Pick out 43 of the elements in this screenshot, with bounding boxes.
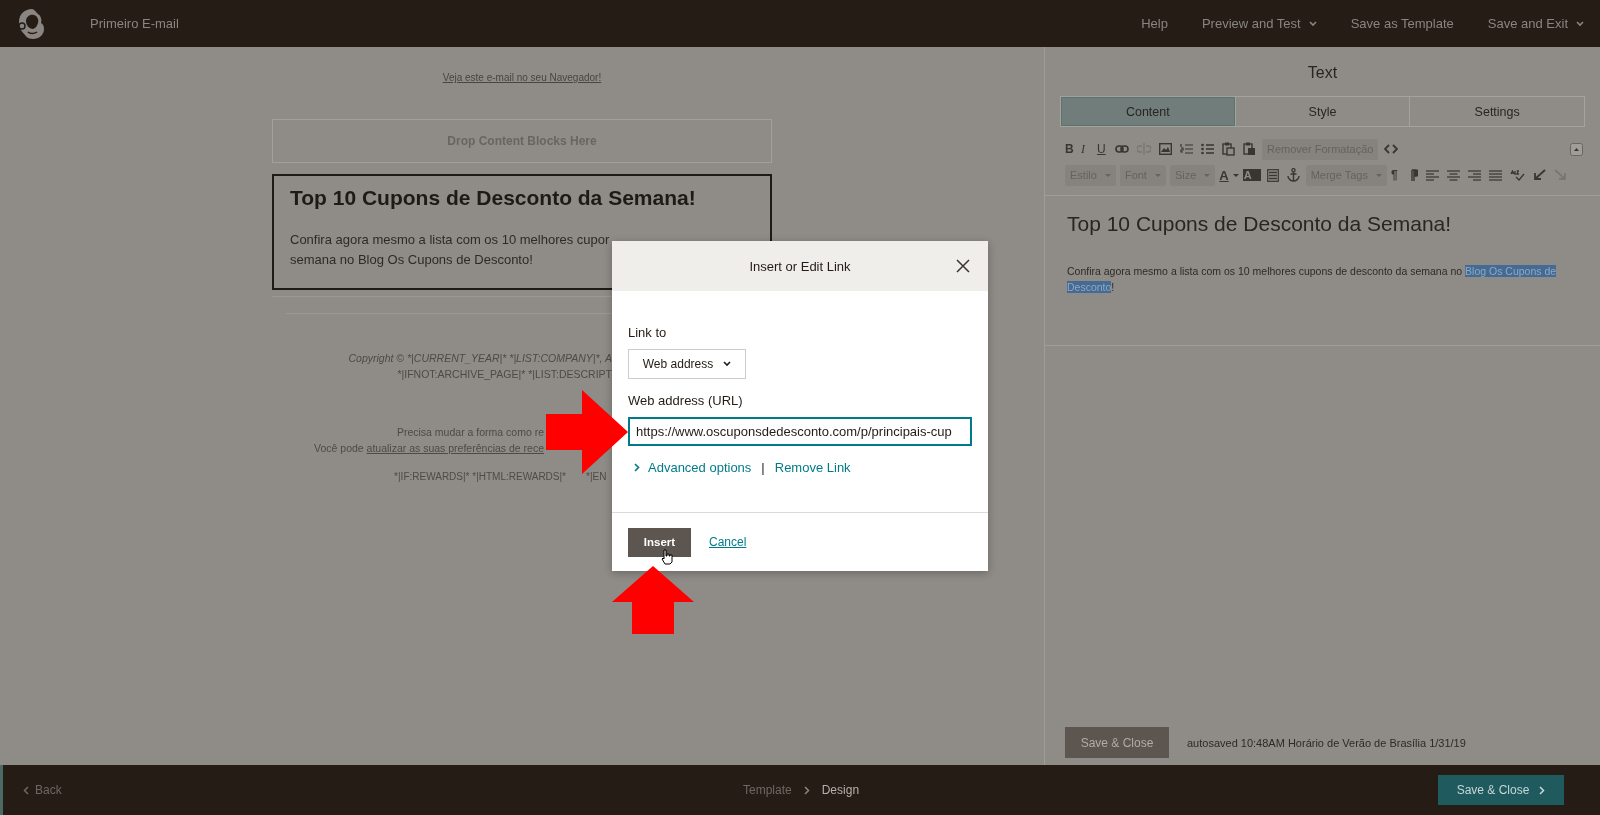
format-button[interactable]: U (1097, 142, 1109, 156)
panel-tab[interactable]: Content (1061, 97, 1235, 126)
top-menu-link[interactable]: Preview and Test (1201, 16, 1317, 31)
top-menu-link[interactable]: Help (1141, 16, 1168, 31)
text-color-button[interactable]: A (1219, 167, 1239, 183)
back-button[interactable]: Back (23, 783, 62, 797)
breadcrumb-step[interactable]: Template (743, 783, 792, 797)
remove-link-button[interactable]: Remove Link (774, 460, 851, 475)
footer-text: *|IF:REWARDS|* *|HTML:REWARDS|* (393, 470, 566, 484)
body-text: Confira agora mesmo a lista com os 10 melhores cupor (290, 231, 611, 249)
panel-title: Text (1306, 64, 1339, 82)
panel-tab[interactable]: Settings (1409, 97, 1584, 126)
link-type-select[interactable]: Web address (628, 349, 746, 379)
paragraph-button[interactable]: ¶ (1390, 168, 1403, 182)
field-label: Link to (628, 325, 668, 340)
url-field[interactable]: https://www.oscuponsdedesconto.com/p/principais-cup (628, 417, 972, 446)
top-menu-link[interactable]: Save and Exit (1487, 16, 1584, 31)
preferences-link[interactable]: atualizar as suas preferências de rece (366, 442, 544, 454)
format-button[interactable]: B (1065, 142, 1077, 156)
campaign-title: Primeiro E-mail (90, 16, 179, 31)
panel-tab[interactable]: Style (1234, 97, 1410, 126)
save-close-button[interactable]: Save & Close (1438, 775, 1564, 805)
dialog-title: Insert or Edit Link (749, 258, 851, 274)
footer-text: *|EN (586, 470, 607, 484)
save-close-button[interactable]: Save & Close (1065, 727, 1169, 758)
advanced-options-link[interactable]: Advanced options (634, 460, 752, 475)
view-in-browser-link[interactable]: Veja este e-mail no seu Navegador! (442, 72, 602, 83)
footer-text: Copyright © *|CURRENT_YEAR|* *|LIST:COMPANY|*, A (347, 351, 612, 366)
cancel-link[interactable]: Cancel (709, 535, 747, 549)
format-button[interactable]: I (1081, 141, 1093, 157)
email-heading: Top 10 Cupons de Desconto da Semana! (290, 186, 697, 210)
breadcrumb-step[interactable]: Design (821, 783, 860, 797)
highlight-color-button[interactable]: A (1242, 169, 1261, 181)
footer-text: *|IFNOT:ARCHIVE_PAGE|* *|LIST:DESCRIPT (396, 367, 612, 382)
top-menu-link[interactable]: Save as Template (1350, 16, 1454, 31)
insert-button[interactable]: Insert (628, 527, 691, 557)
separator-text: | (761, 460, 765, 475)
footer-text: Você pode atualizar as suas preferências de rece (313, 441, 544, 456)
autosave-status: autosaved 10:48AM Horário de Verão de Brasília 1/31/19 (1187, 736, 1466, 749)
footer-text: Precisa mudar a forma como re (395, 425, 544, 440)
editor-heading: Top 10 Cupons de Desconto da Semana! (1067, 212, 1453, 236)
field-label: Web address (URL) (628, 393, 744, 408)
editor-paragraph: Confira agora mesmo a lista com os 10 melhores cupons de desconto da semana no Blog Os Cupons de Desconto! (1067, 264, 1558, 295)
